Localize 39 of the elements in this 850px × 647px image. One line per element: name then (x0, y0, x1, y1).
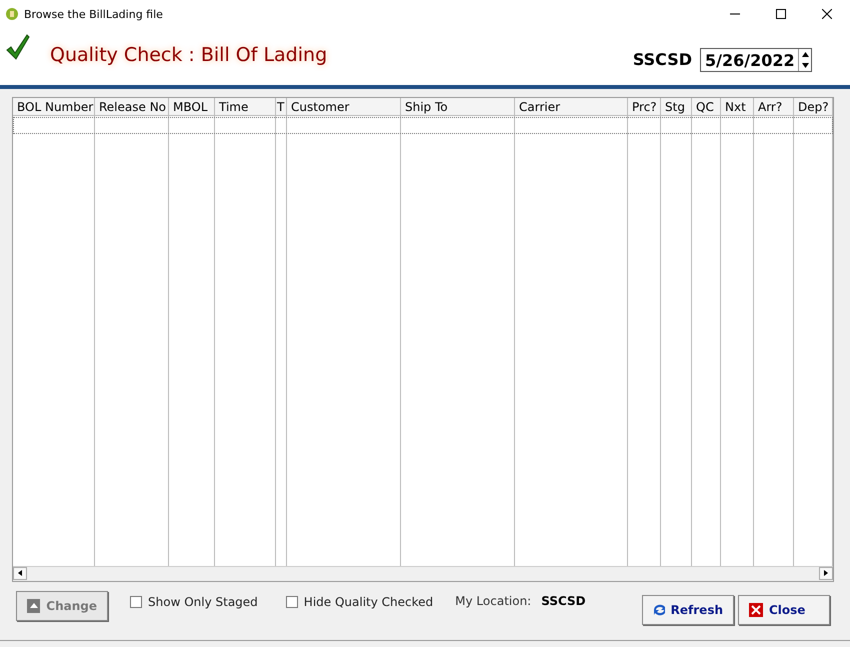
column-header[interactable]: Nxt (721, 98, 754, 116)
date-field[interactable]: 5/26/2022 (700, 48, 812, 72)
column-header[interactable]: QC (692, 98, 721, 116)
window-title: Browse the BillLading file (24, 8, 164, 20)
column-header[interactable]: MBOL (169, 98, 215, 116)
refresh-button[interactable]: Refresh (642, 594, 734, 625)
left-arrow-icon (18, 570, 22, 576)
location-code: SSCSD (632, 50, 692, 69)
location-label: My Location: (455, 594, 532, 608)
option-checkbox[interactable]: Show Only Staged (130, 594, 258, 609)
refresh-icon (653, 604, 665, 616)
column-header[interactable]: Customer (287, 98, 401, 116)
scroll-right-button[interactable] (819, 566, 833, 580)
close-icon[interactable] (822, 9, 832, 19)
app-icon (6, 8, 18, 20)
checkmark-icon (6, 34, 30, 60)
column-header[interactable]: Release No (95, 98, 169, 116)
column-header[interactable]: BOL Number (13, 98, 95, 116)
close-button[interactable]: Close (738, 594, 830, 625)
close-icon (749, 602, 763, 617)
column-header[interactable]: Ship To (401, 98, 515, 116)
location-value: SSCSD (541, 594, 586, 608)
minimize-icon[interactable] (730, 13, 740, 15)
page-title: Quality Check : Bill Of Lading (50, 44, 328, 66)
right-arrow-icon (824, 570, 828, 576)
scroll-left-button[interactable] (13, 566, 27, 580)
column-header[interactable]: Time (215, 98, 276, 116)
maximize-icon[interactable] (776, 9, 786, 19)
spin-down-icon[interactable] (802, 63, 808, 68)
column-header[interactable]: Prc? (628, 98, 661, 116)
spin-up-icon[interactable] (802, 52, 808, 57)
column-header[interactable]: Stg (661, 98, 692, 116)
option-checkbox[interactable]: Hide Quality Checked (286, 594, 434, 609)
column-header[interactable]: Dep? (794, 98, 833, 116)
selected-row[interactable] (13, 117, 833, 134)
eject-icon (27, 598, 40, 613)
column-header[interactable]: T (276, 98, 287, 116)
column-header[interactable]: Carrier (515, 98, 628, 116)
column-header[interactable]: Arr? (754, 98, 794, 116)
